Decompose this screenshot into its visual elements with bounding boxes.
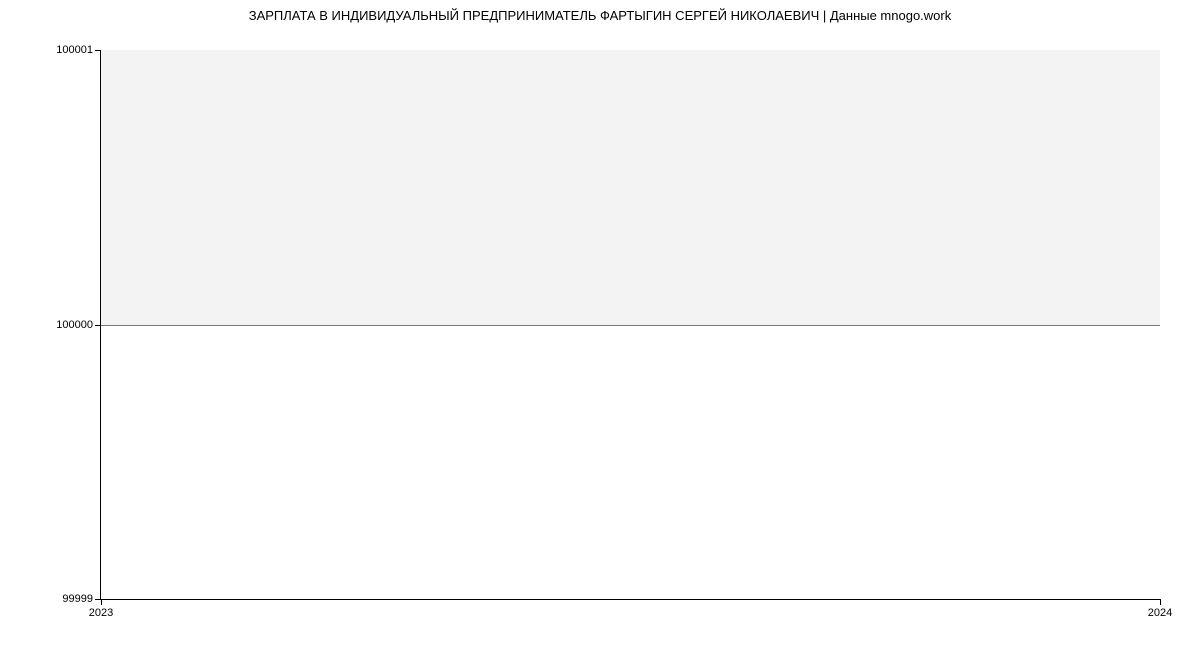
chart-title: ЗАРПЛАТА В ИНДИВИДУАЛЬНЫЙ ПРЕДПРИНИМАТЕЛ… xyxy=(0,8,1200,23)
x-tick xyxy=(1160,599,1161,605)
y-tick-label: 100000 xyxy=(56,319,93,331)
x-tick xyxy=(101,599,102,605)
y-tick xyxy=(95,50,101,51)
series-line xyxy=(101,325,1160,326)
y-tick-label: 99999 xyxy=(62,593,93,605)
y-tick xyxy=(95,325,101,326)
plot-background-upper xyxy=(101,50,1160,325)
line-chart: ЗАРПЛАТА В ИНДИВИДУАЛЬНЫЙ ПРЕДПРИНИМАТЕЛ… xyxy=(0,0,1200,650)
x-tick-label: 2023 xyxy=(89,607,113,619)
y-tick-label: 100001 xyxy=(56,44,93,56)
plot-area: 100001 100000 99999 2023 2024 xyxy=(100,50,1160,600)
x-tick-label: 2024 xyxy=(1148,607,1172,619)
